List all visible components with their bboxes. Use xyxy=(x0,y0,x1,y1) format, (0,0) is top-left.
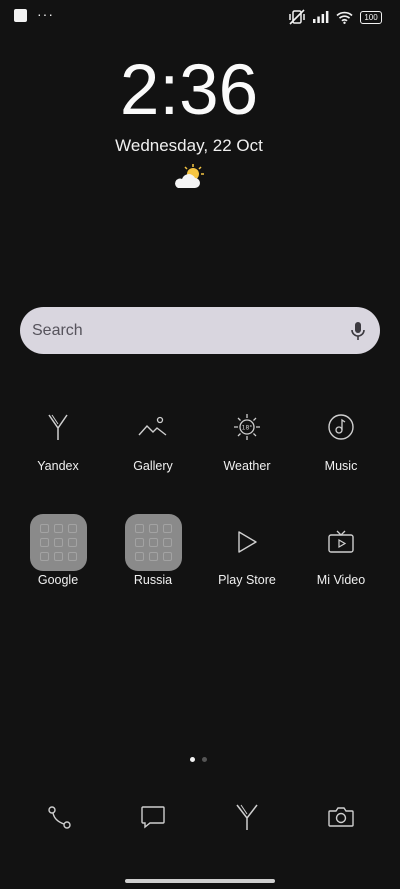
app-label: Music xyxy=(324,459,358,473)
folder-icon xyxy=(124,513,182,571)
wifi-icon xyxy=(336,11,353,24)
app-label: Play Store xyxy=(218,573,276,587)
app-label: Weather xyxy=(223,459,271,473)
camera-icon xyxy=(328,807,354,827)
microphone-icon[interactable] xyxy=(350,321,366,341)
app-label: Gallery xyxy=(133,459,173,473)
gesture-navigation-bar[interactable] xyxy=(125,879,275,883)
app-music[interactable]: Music xyxy=(294,397,388,473)
dock-phone[interactable] xyxy=(30,797,90,837)
folder-russia[interactable]: Russia xyxy=(106,512,200,587)
app-label: Google xyxy=(37,573,79,587)
app-gallery[interactable]: Gallery xyxy=(106,397,200,473)
partly-sunny-icon[interactable] xyxy=(172,163,206,191)
yandex-browser-icon xyxy=(236,804,258,830)
status-bar-right: 100 xyxy=(288,9,382,25)
music-icon xyxy=(328,414,354,440)
folder-icon xyxy=(29,513,87,571)
mute-vibrate-icon xyxy=(289,9,305,25)
app-play-store[interactable]: Play Store xyxy=(200,512,294,587)
dock-camera[interactable] xyxy=(311,797,371,837)
page-dot xyxy=(202,757,207,762)
status-bar-left: ··· xyxy=(14,5,54,22)
messages-icon xyxy=(141,806,165,829)
yandex-icon xyxy=(48,414,68,440)
play-store-icon xyxy=(238,531,257,553)
search-bar[interactable]: Search xyxy=(20,307,380,354)
search-input[interactable]: Search xyxy=(32,322,350,340)
svg-text:18°: 18° xyxy=(242,425,253,432)
app-label: Mi Video xyxy=(316,573,366,587)
mi-video-icon xyxy=(328,530,354,553)
page-indicator xyxy=(190,757,207,762)
signal-icon xyxy=(313,11,329,23)
gallery-icon xyxy=(138,416,167,436)
app-notification-icon xyxy=(14,9,27,22)
app-mi-video[interactable]: Mi Video xyxy=(294,512,388,587)
page-dot-active xyxy=(190,757,195,762)
phone-icon xyxy=(48,806,71,829)
dock-messages[interactable] xyxy=(123,797,183,837)
app-yandex[interactable]: Yandex xyxy=(11,397,105,473)
app-weather[interactable]: 18° Weather xyxy=(200,397,294,473)
folder-google[interactable]: Google xyxy=(11,512,105,587)
dock-yandex-browser[interactable] xyxy=(217,797,277,837)
more-notifications-icon: ··· xyxy=(37,5,54,22)
clock-date[interactable]: Wednesday, 22 Oct xyxy=(0,136,378,156)
clock-time[interactable]: 2:36 xyxy=(0,50,378,132)
app-label: Russia xyxy=(133,573,173,587)
app-label: Yandex xyxy=(37,459,79,473)
battery-icon: 100 xyxy=(360,10,382,24)
weather-icon: 18° xyxy=(234,414,260,440)
